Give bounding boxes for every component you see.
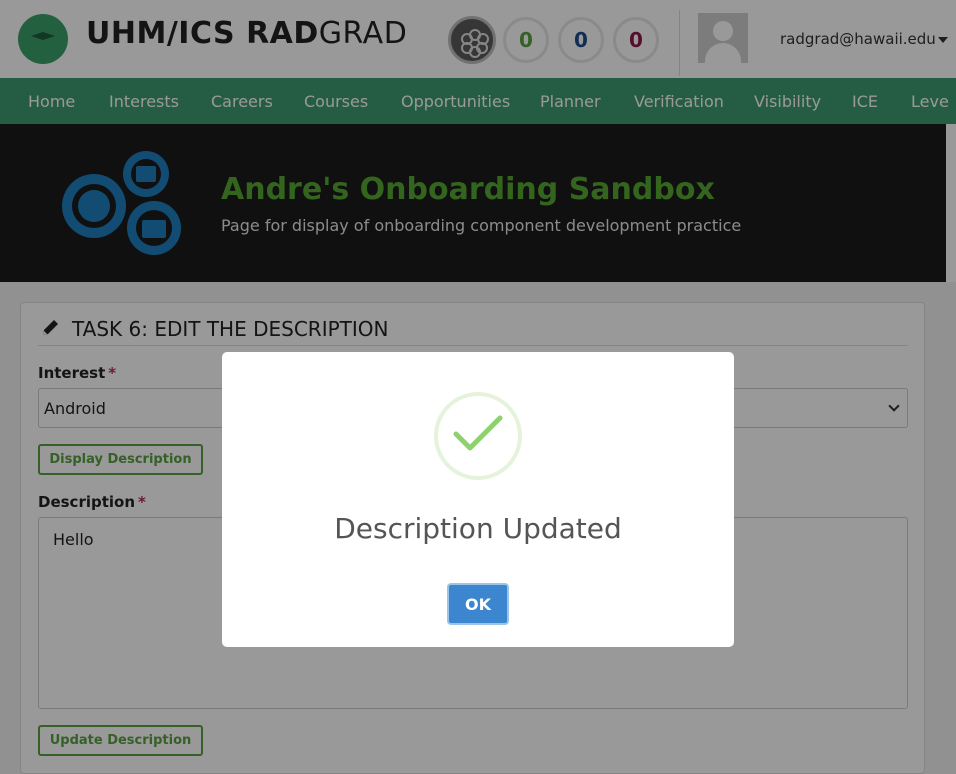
- ok-button[interactable]: OK: [447, 583, 509, 625]
- dialog-title: Description Updated: [334, 512, 622, 545]
- success-dialog: Description Updated OK: [222, 352, 734, 647]
- checkmark-icon: [434, 392, 522, 480]
